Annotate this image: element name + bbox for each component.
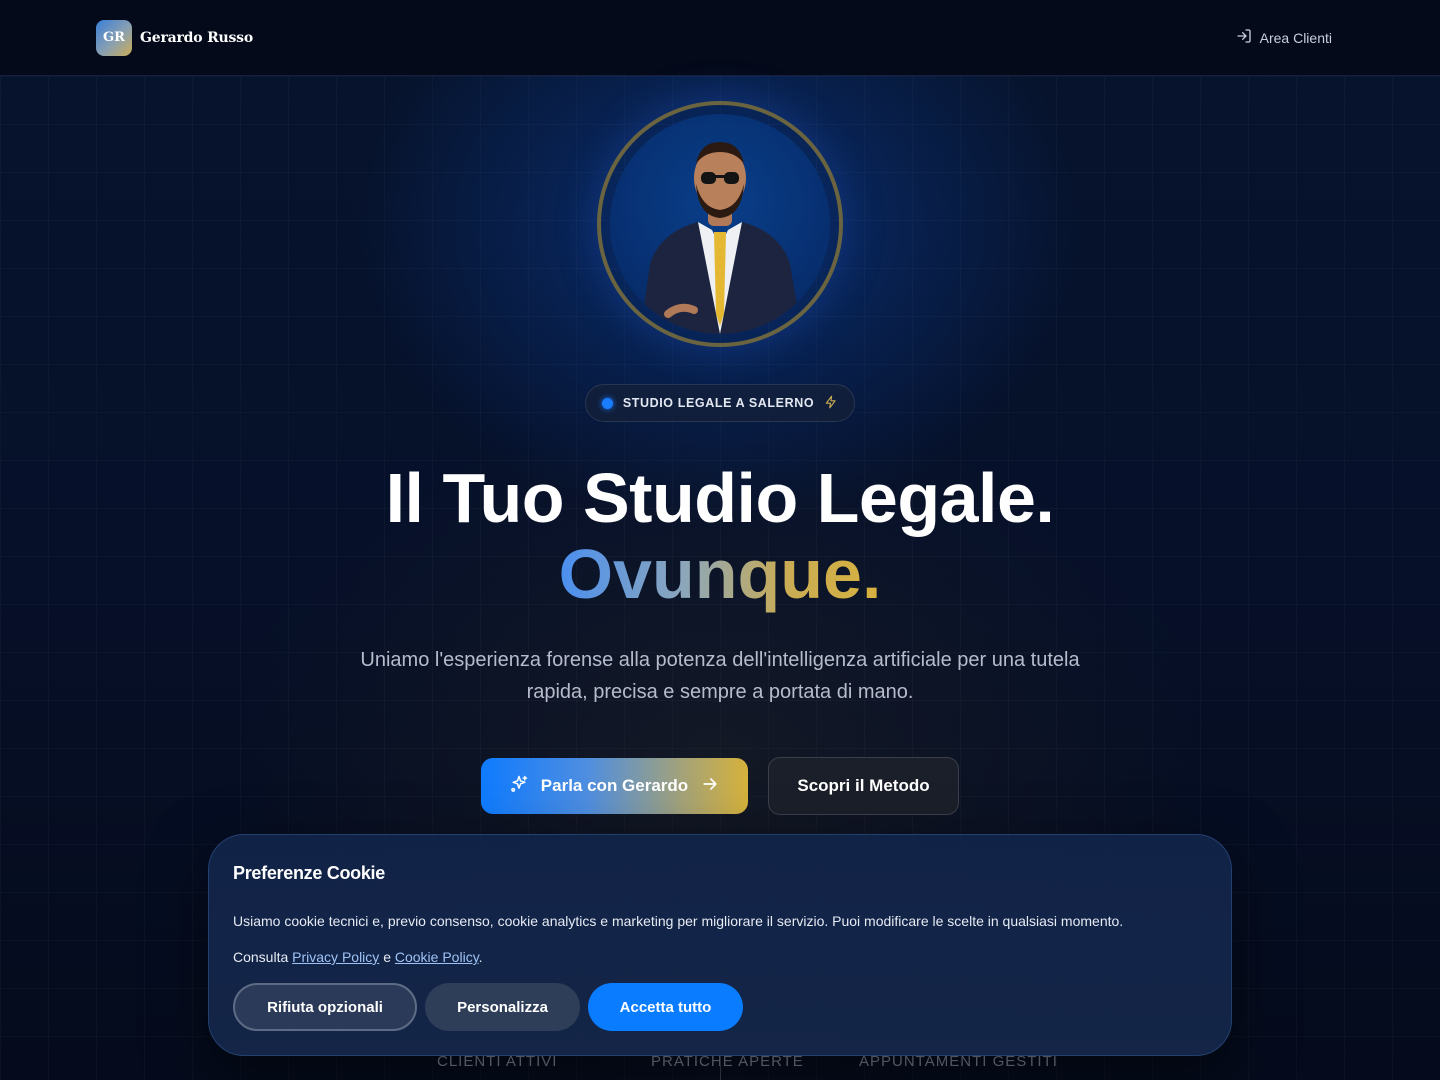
hero-title-accent-text: Ovunque. bbox=[558, 535, 882, 613]
cookie-banner: Preferenze Cookie Usiamo cookie tecnici … bbox=[208, 834, 1232, 1056]
accept-all-button[interactable]: Accetta tutto bbox=[588, 983, 743, 1031]
hero-title: Il Tuo Studio Legale. bbox=[385, 459, 1055, 537]
links-conjunction: e bbox=[383, 949, 391, 965]
customize-button[interactable]: Personalizza bbox=[425, 983, 580, 1031]
brand[interactable]: GR Gerardo Russo bbox=[96, 19, 253, 56]
reject-optional-button[interactable]: Rifiuta opzionali bbox=[233, 983, 417, 1031]
privacy-policy-link[interactable]: Privacy Policy bbox=[292, 949, 379, 965]
talk-with-gerardo-button[interactable]: Parla con Gerardo bbox=[481, 758, 748, 814]
stats-row: CLIENTI ATTIVI PRATICHE APERTE APPUNTAME… bbox=[0, 1053, 1440, 1080]
cookie-banner-text: Usiamo cookie tecnici e, previo consenso… bbox=[233, 913, 1124, 929]
area-clienti-label: Area Clienti bbox=[1259, 29, 1332, 46]
badge-text: STUDIO LEGALE A SALERNO bbox=[622, 396, 815, 410]
status-dot-icon bbox=[601, 397, 613, 409]
cookie-banner-title: Preferenze Cookie bbox=[233, 863, 385, 883]
hero-title-accent: Ovunque. bbox=[0, 534, 1440, 614]
discover-method-button[interactable]: Scopri il Metodo bbox=[768, 757, 959, 815]
area-clienti-link[interactable]: Area Clienti bbox=[1236, 28, 1332, 47]
cookie-policy-link[interactable]: Cookie Policy bbox=[395, 949, 479, 965]
login-icon bbox=[1236, 28, 1252, 47]
cookie-policy-links: Consulta Privacy Policy e Cookie Policy. bbox=[233, 949, 483, 965]
location-badge: STUDIO LEGALE A SALERNO bbox=[585, 384, 855, 422]
sparkles-icon bbox=[509, 774, 529, 799]
consult-prefix: Consulta bbox=[233, 949, 289, 965]
hero-subtitle: Uniamo l'esperienza forense alla potenza… bbox=[360, 649, 1080, 703]
links-suffix: . bbox=[478, 949, 483, 965]
brand-logo[interactable]: GR bbox=[96, 19, 132, 56]
stat-divider bbox=[720, 1053, 721, 1080]
talk-with-gerardo-label: Parla con Gerardo bbox=[540, 776, 689, 795]
lawyer-portrait bbox=[610, 114, 830, 334]
brand-name[interactable]: Gerardo Russo bbox=[140, 30, 253, 46]
arrow-right-icon bbox=[700, 774, 720, 799]
top-navbar: GR Gerardo Russo Area Clienti bbox=[0, 0, 1440, 76]
lightning-icon bbox=[824, 395, 838, 412]
